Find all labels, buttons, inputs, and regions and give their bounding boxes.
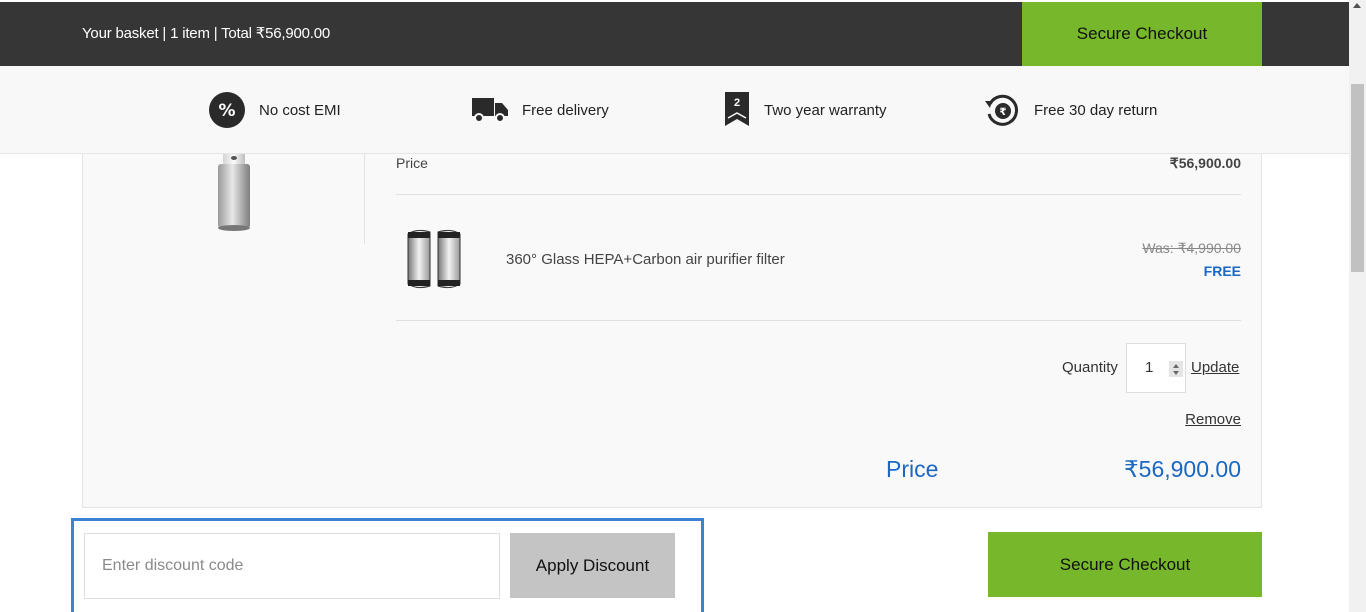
benefit-no-cost-emi: % No cost EMI: [209, 66, 341, 154]
warranty-badge-icon: 2: [724, 92, 750, 128]
remove-item-link[interactable]: Remove: [1185, 411, 1241, 428]
quantity-stepper[interactable]: 1: [1126, 343, 1186, 393]
truck-icon: [472, 96, 508, 124]
row-divider: [396, 320, 1241, 321]
stepper-arrows-icon[interactable]: [1169, 361, 1183, 377]
benefit-label: Two year warranty: [764, 101, 887, 119]
product-image: [209, 154, 259, 232]
warranty-badge-number: 2: [733, 97, 741, 109]
discount-code-input[interactable]: [84, 533, 500, 599]
basket-header: Your basket | 1 item | Total ₹56,900.00 …: [0, 2, 1349, 66]
filter-image: [405, 228, 463, 290]
apply-discount-button[interactable]: Apply Discount: [510, 533, 675, 598]
return-rupee-icon: ₹: [984, 92, 1020, 128]
secure-checkout-button-top[interactable]: Secure Checkout: [1022, 2, 1262, 66]
scroll-thumb[interactable]: [1351, 84, 1364, 272]
row-divider: [396, 194, 1241, 195]
benefit-label: Free 30 day return: [1034, 101, 1158, 119]
benefit-two-year-warranty: 2 Two year warranty: [724, 66, 887, 154]
total-price-value: ₹56,900.00: [1124, 456, 1241, 482]
percent-icon: %: [209, 92, 245, 128]
secure-checkout-button-bottom[interactable]: Secure Checkout: [988, 532, 1262, 597]
chevron-up-icon[interactable]: [1173, 363, 1179, 368]
total-price-label: Price: [886, 456, 939, 482]
benefit-free-delivery: Free delivery: [472, 66, 609, 154]
free-item-free-label: FREE: [1203, 263, 1241, 279]
basket-summary: Your basket | 1 item | Total ₹56,900.00: [82, 25, 331, 42]
page-scrollbar[interactable]: [1349, 0, 1366, 612]
chevron-down-icon[interactable]: [1173, 370, 1179, 375]
card-divider: [364, 154, 365, 244]
free-item-was-price: Was: ₹4,990.00: [1142, 240, 1241, 256]
benefit-free-return: ₹ Free 30 day return: [984, 66, 1157, 154]
benefits-strip: % No cost EMI Free delivery 2 Two year w…: [0, 66, 1349, 154]
free-item-name: 360° Glass HEPA+Carbon air purifier filt…: [506, 251, 785, 268]
svg-text:%: %: [218, 101, 235, 121]
benefit-label: Free delivery: [522, 101, 609, 119]
price-value: ₹56,900.00: [1169, 155, 1241, 171]
scroll-up-icon[interactable]: [1353, 3, 1361, 8]
svg-text:₹: ₹: [1000, 107, 1007, 118]
quantity-label: Quantity: [1062, 359, 1118, 376]
update-quantity-link[interactable]: Update: [1191, 359, 1239, 376]
discount-section: Apply Discount: [71, 518, 704, 612]
price-label: Price: [396, 155, 428, 171]
cart-item-card: Price ₹56,900.00 360° Glass HEPA+Carbon …: [82, 154, 1262, 508]
quantity-value[interactable]: 1: [1145, 359, 1153, 376]
benefit-label: No cost EMI: [259, 101, 341, 119]
